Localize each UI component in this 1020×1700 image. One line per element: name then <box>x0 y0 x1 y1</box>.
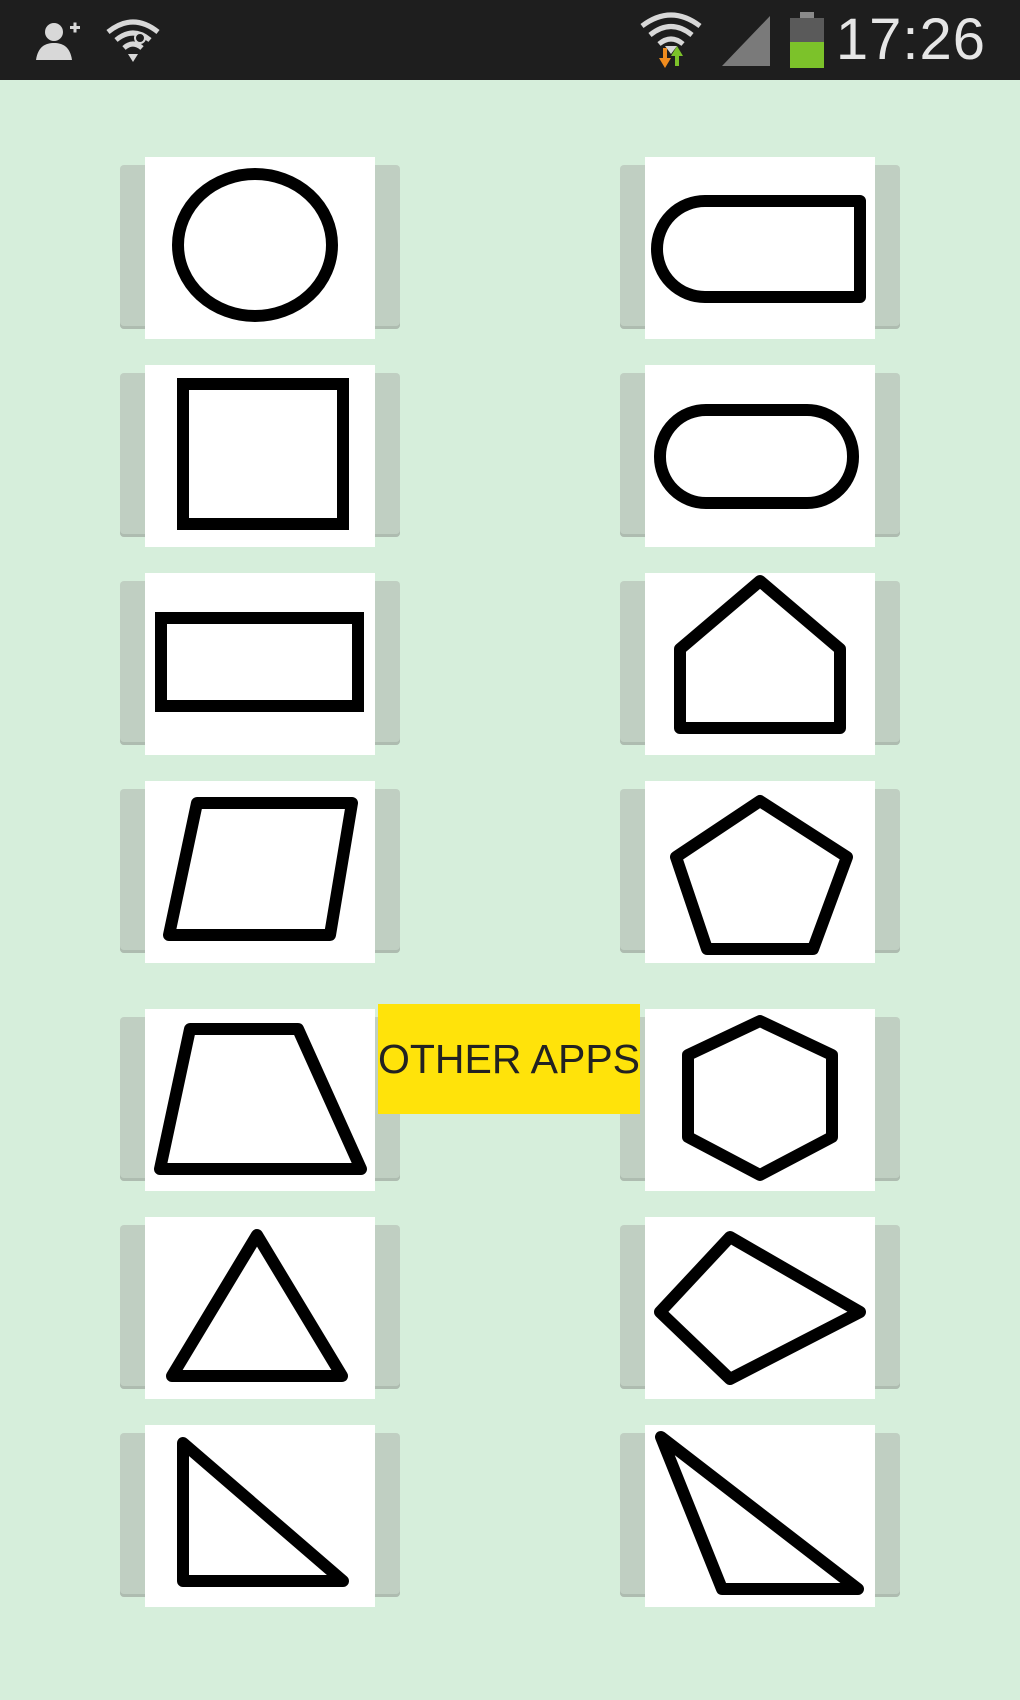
circle-shape-button[interactable] <box>120 157 400 339</box>
rectangle-shape-button[interactable] <box>120 573 400 755</box>
kite-shape-icon <box>654 1231 866 1385</box>
stadium-shape-icon <box>654 404 859 509</box>
battery-icon <box>790 12 824 68</box>
pentagon-shape-button[interactable] <box>620 781 900 963</box>
wifi-share-icon <box>106 19 160 62</box>
house-pentagon-shape-button[interactable] <box>620 573 900 755</box>
hexagon-shape-button[interactable] <box>620 1009 900 1191</box>
circle-shape-icon <box>172 168 338 322</box>
parallelogram-shape-button[interactable] <box>120 781 400 963</box>
trapezoid-shape-icon <box>154 1023 367 1175</box>
right-triangle-shape-button[interactable] <box>120 1425 400 1607</box>
square-shape-button[interactable] <box>120 365 400 547</box>
kite-shape-button[interactable] <box>620 1217 900 1399</box>
hexagon-shape-icon <box>682 1015 838 1181</box>
square-shape-icon <box>177 378 349 530</box>
triangle-shape-button[interactable] <box>120 1217 400 1399</box>
rounded-end-rectangle-shape-button[interactable] <box>620 157 900 339</box>
house-pentagon-shape-icon <box>674 575 846 734</box>
pentagon-shape-icon <box>670 795 853 955</box>
trapezoid-shape-button[interactable] <box>120 1009 400 1191</box>
obtuse-triangle-shape-button[interactable] <box>620 1425 900 1607</box>
rectangle-shape-icon <box>155 612 364 712</box>
other-apps-button[interactable]: OTHER APPS <box>378 1004 640 1114</box>
stadium-shape-button[interactable] <box>620 365 900 547</box>
obtuse-triangle-shape-icon <box>655 1431 864 1595</box>
signal-icon <box>722 16 770 66</box>
add-user-icon <box>36 22 80 60</box>
right-triangle-shape-icon <box>177 1437 349 1587</box>
status-bar: 17:26 <box>0 0 1020 80</box>
triangle-shape-icon <box>166 1229 348 1382</box>
parallelogram-shape-icon <box>163 797 358 941</box>
wifi-data-icon <box>640 12 702 68</box>
rounded-end-rectangle-shape-icon <box>651 195 866 303</box>
status-time: 17:26 <box>835 7 986 72</box>
